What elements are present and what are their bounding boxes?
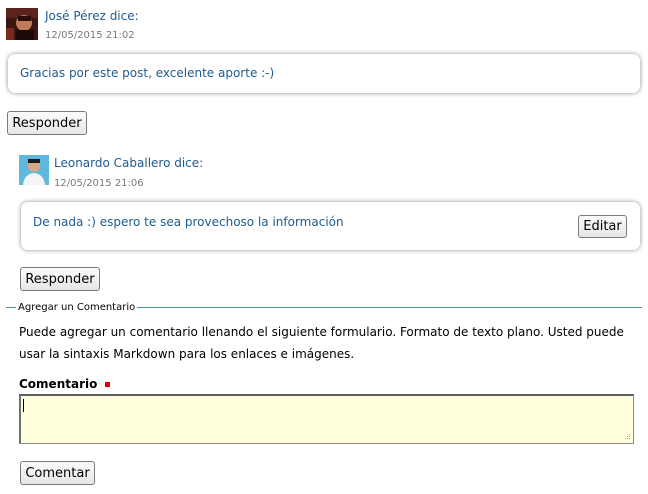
comment-date: 12/05/2015 21:06 xyxy=(54,178,144,189)
comment-body: De nada :) espero te sea provechoso la i… xyxy=(21,202,640,250)
resize-grip-icon[interactable] xyxy=(623,432,631,440)
required-marker-icon xyxy=(105,382,110,387)
fieldset-legend: Agregar un Comentario xyxy=(18,302,136,313)
fieldset-border-right xyxy=(137,307,642,308)
avatar-jose xyxy=(6,8,38,40)
comment-text: Gracias por este post, excelente aporte … xyxy=(20,66,275,80)
fieldset-border-left xyxy=(6,307,16,308)
reply-button[interactable]: Responder xyxy=(7,111,87,135)
comment-date: 12/05/2015 21:02 xyxy=(45,30,135,41)
avatar-leonardo-image xyxy=(19,155,49,185)
text-caret xyxy=(23,399,24,412)
edit-button[interactable]: Editar xyxy=(578,215,627,238)
comment-field-label: Comentario xyxy=(19,377,98,391)
comment-textarea[interactable] xyxy=(19,394,634,444)
form-help-text: Puede agregar un comentario llenando el … xyxy=(19,325,624,361)
comment-author: José Pérez dice: xyxy=(45,9,139,23)
avatar-jose-image xyxy=(6,8,38,40)
comment-text: De nada :) espero te sea provechoso la i… xyxy=(33,215,344,229)
comment-author: Leonardo Caballero dice: xyxy=(54,156,204,170)
avatar-leonardo xyxy=(19,155,49,185)
comment-body: Gracias por este post, excelente aporte … xyxy=(8,54,640,93)
reply-button[interactable]: Responder xyxy=(20,267,100,291)
submit-comment-button[interactable]: Comentar xyxy=(20,461,95,485)
